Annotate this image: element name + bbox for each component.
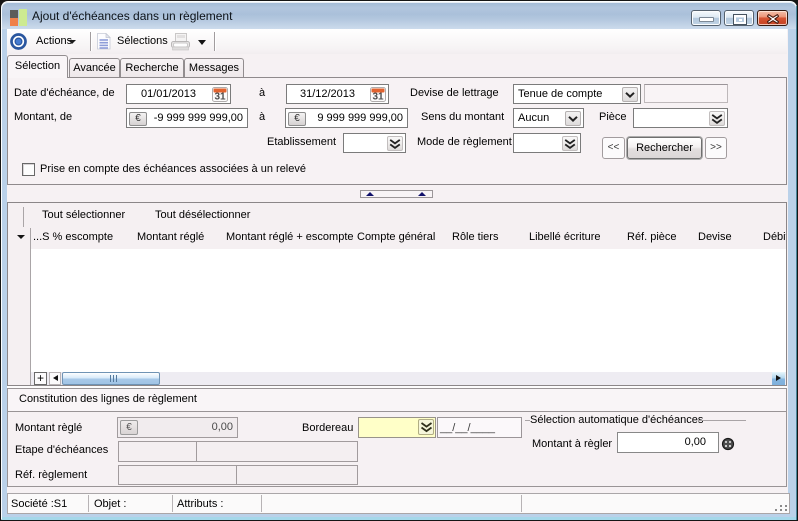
svg-text:31: 31 <box>214 92 226 103</box>
svg-text:31: 31 <box>372 92 384 103</box>
